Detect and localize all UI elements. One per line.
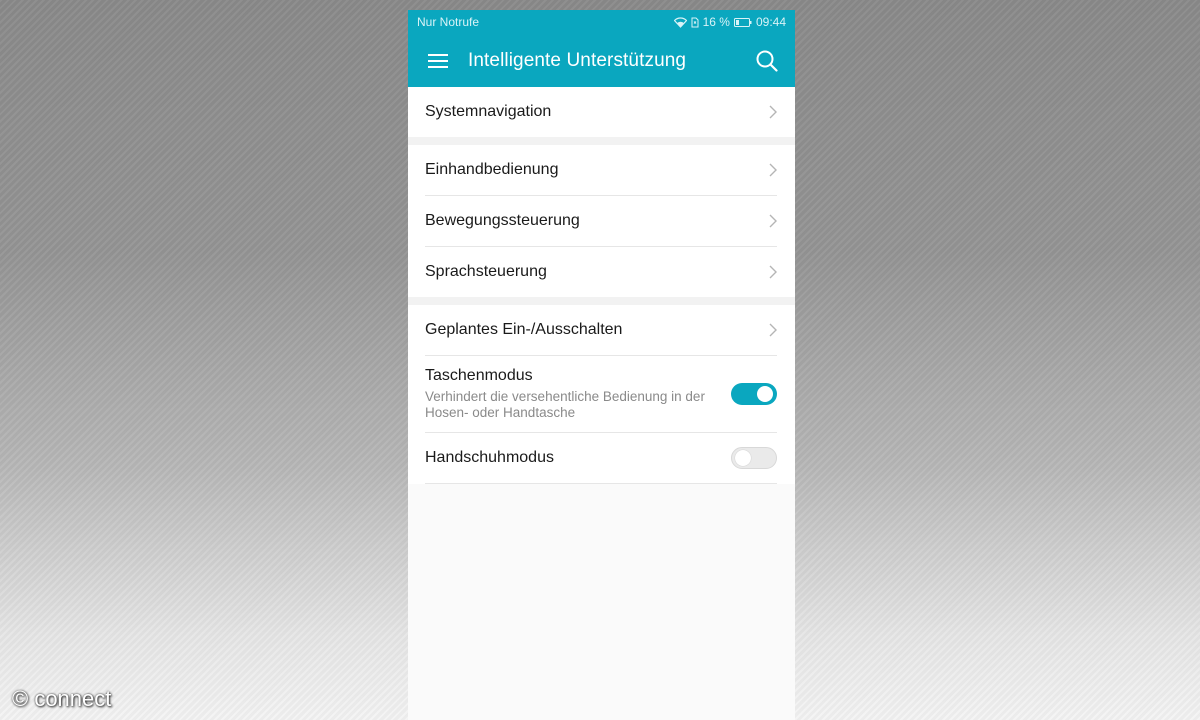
setting-description: Verhindert die versehentliche Bedienung … [425, 388, 705, 421]
settings-group-2: Einhandbedienung Bewegungssteuerung Spra… [408, 145, 795, 297]
chevron-right-icon [769, 105, 777, 119]
wifi-icon [673, 16, 687, 28]
group-divider [408, 297, 795, 305]
battery-percent: 16 % [702, 15, 730, 29]
setting-label: Taschenmodus [425, 366, 533, 384]
setting-bewegungssteuerung[interactable]: Bewegungssteuerung [425, 196, 777, 247]
chevron-right-icon [769, 265, 777, 279]
setting-label: Systemnavigation [425, 103, 552, 120]
page-title: Intelligente Unterstützung [468, 49, 687, 71]
setting-label: Bewegungssteuerung [425, 212, 580, 229]
setting-taschenmodus: Taschenmodus Verhindert die versehentlic… [425, 356, 777, 433]
setting-label: Geplantes Ein-/Ausschalten [425, 321, 623, 338]
sim-icon [691, 17, 699, 28]
status-bar: Nur Notrufe 16 % 09:44 [408, 10, 795, 34]
setting-einhandbedienung[interactable]: Einhandbedienung [425, 145, 777, 196]
settings-group-1: Systemnavigation [408, 87, 795, 137]
toggle-knob [757, 386, 773, 402]
settings-group-3: Geplantes Ein-/Ausschalten Taschenmodus … [408, 305, 795, 484]
handschuhmodus-toggle[interactable] [731, 447, 777, 469]
battery-icon [733, 17, 752, 27]
clock: 09:44 [755, 15, 786, 29]
setting-systemnavigation[interactable]: Systemnavigation [425, 87, 777, 137]
status-icons: 16 % 09:44 [673, 15, 786, 29]
group-divider [408, 137, 795, 145]
chevron-right-icon [769, 163, 777, 177]
toggle-knob [735, 450, 751, 466]
setting-label: Einhandbedienung [425, 161, 559, 178]
setting-label: Sprachsteuerung [425, 263, 547, 280]
app-bar: Intelligente Unterstützung [408, 34, 795, 87]
carrier-label: Nur Notrufe [417, 15, 480, 29]
setting-text: Taschenmodus Verhindert die versehentlic… [425, 367, 710, 422]
phone-screen: Nur Notrufe 16 % 09:44 Intelligente Unte… [408, 10, 795, 720]
search-icon[interactable] [753, 47, 781, 75]
chevron-right-icon [769, 323, 777, 337]
taschenmodus-toggle[interactable] [731, 383, 777, 405]
watermark: © connect [12, 686, 112, 711]
setting-label: Handschuhmodus [425, 449, 554, 466]
chevron-right-icon [769, 214, 777, 228]
hamburger-menu-icon[interactable] [408, 34, 468, 87]
setting-geplantes-ein-ausschalten[interactable]: Geplantes Ein-/Ausschalten [425, 305, 777, 356]
setting-handschuhmodus: Handschuhmodus [425, 433, 777, 484]
setting-sprachsteuerung[interactable]: Sprachsteuerung [425, 247, 777, 297]
